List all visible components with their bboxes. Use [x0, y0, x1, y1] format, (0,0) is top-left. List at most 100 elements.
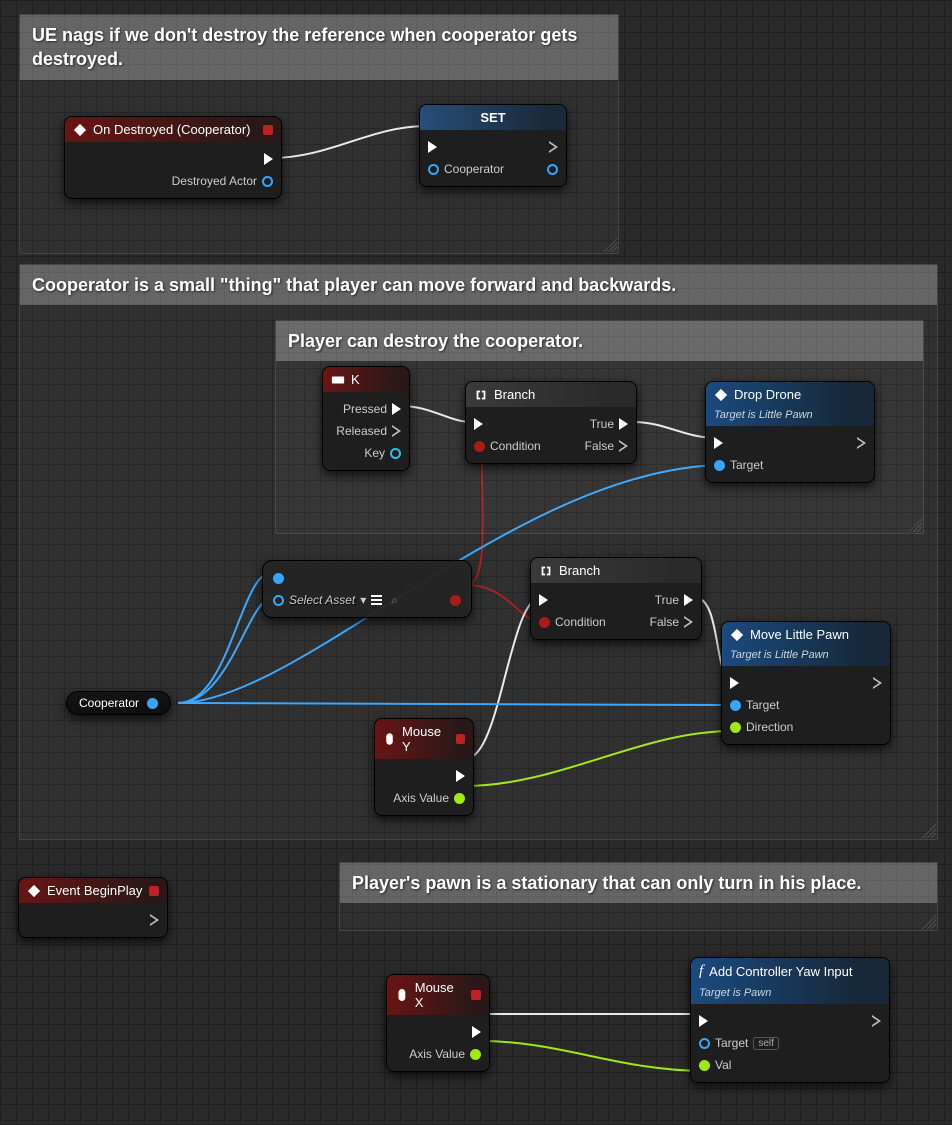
function-icon	[730, 628, 744, 642]
keyboard-icon	[331, 373, 345, 387]
var-label: Cooperator	[79, 696, 139, 710]
node-mouse-x[interactable]: Mouse X Axis Value	[386, 974, 490, 1072]
node-header: Move Little Pawn Target is Little Pawn	[722, 622, 890, 666]
exec-out-pin[interactable]	[264, 153, 273, 165]
breakpoint-icon[interactable]	[149, 886, 159, 896]
resize-handle[interactable]	[908, 518, 922, 532]
exec-out-pin[interactable]	[150, 914, 159, 926]
object-in-pin[interactable]	[428, 164, 439, 175]
target-in-pin[interactable]	[714, 460, 725, 471]
pin-label: Condition	[490, 439, 541, 453]
exec-released-pin[interactable]	[392, 425, 401, 437]
node-header: On Destroyed (Cooperator)	[65, 117, 281, 142]
mouse-icon	[395, 988, 409, 1002]
exec-out-pin[interactable]	[872, 1015, 881, 1027]
node-title: On Destroyed (Cooperator)	[93, 122, 251, 137]
pin-label: Destroyed Actor	[172, 174, 257, 188]
pin-label: Axis Value	[393, 791, 449, 805]
bool-in-pin[interactable]	[539, 617, 550, 628]
resize-handle[interactable]	[922, 824, 936, 838]
pin-label: Val	[715, 1058, 731, 1072]
exec-out-pin[interactable]	[549, 141, 558, 153]
event-icon	[27, 884, 41, 898]
dropdown-icon[interactable]: ▾	[360, 593, 366, 607]
node-header: Branch	[466, 382, 636, 407]
exec-in-pin[interactable]	[428, 141, 437, 153]
exec-false-pin[interactable]	[619, 440, 628, 452]
exec-in-pin[interactable]	[539, 594, 548, 606]
exec-out-pin[interactable]	[472, 1026, 481, 1038]
exec-pressed-pin[interactable]	[392, 403, 401, 415]
node-header: K	[323, 367, 409, 392]
node-add-yaw[interactable]: f Add Controller Yaw Input Target is Paw…	[690, 957, 890, 1083]
float-in-pin[interactable]	[699, 1060, 710, 1071]
breakpoint-icon[interactable]	[471, 990, 481, 1000]
exec-out-pin[interactable]	[857, 437, 866, 449]
exec-true-pin[interactable]	[684, 594, 693, 606]
float-out-pin[interactable]	[470, 1049, 481, 1060]
node-var-cooperator[interactable]: Cooperator	[66, 691, 171, 715]
node-drop-drone[interactable]: Drop Drone Target is Little Pawn Target	[705, 381, 875, 483]
node-header: Event BeginPlay	[19, 878, 167, 903]
exec-out-pin[interactable]	[456, 770, 465, 782]
comment-title: Player's pawn is a stationary that can o…	[340, 863, 937, 903]
float-out-pin[interactable]	[454, 793, 465, 804]
bool-out-pin[interactable]	[450, 595, 461, 606]
comment-title: UE nags if we don't destroy the referenc…	[20, 15, 618, 80]
breakpoint-icon[interactable]	[456, 734, 465, 744]
float-in-pin[interactable]	[730, 722, 741, 733]
node-select-asset[interactable]: Select Asset ▾ ⌕	[262, 560, 472, 618]
node-move-little-pawn[interactable]: Move Little Pawn Target is Little Pawn T…	[721, 621, 891, 745]
breakpoint-icon[interactable]	[263, 125, 273, 135]
pin-label: False	[650, 615, 679, 629]
node-subtitle: Target is Pawn	[699, 987, 771, 999]
exec-out-pin[interactable]	[873, 677, 882, 689]
exec-false-pin[interactable]	[684, 616, 693, 628]
exec-in-pin[interactable]	[730, 677, 739, 689]
node-branch-1[interactable]: Branch True Condition False	[465, 381, 637, 464]
pin-label: Released	[336, 424, 387, 438]
pin-label: Pressed	[343, 402, 387, 416]
event-icon	[73, 123, 87, 137]
node-title: Mouse Y	[402, 724, 450, 754]
node-branch-2[interactable]: Branch True Condition False	[530, 557, 702, 640]
pin-label: Target	[746, 698, 779, 712]
target-in-pin[interactable]	[699, 1038, 710, 1049]
exec-in-pin[interactable]	[474, 418, 483, 430]
pin-label: Target	[715, 1036, 748, 1050]
browse-icon[interactable]: ⌕	[391, 593, 398, 608]
node-begin-play[interactable]: Event BeginPlay	[18, 877, 168, 938]
exec-in-pin[interactable]	[714, 437, 723, 449]
node-key-k[interactable]: K Pressed Released Key	[322, 366, 410, 471]
node-set[interactable]: SET Cooperator	[419, 104, 567, 187]
pin-label: Axis Value	[409, 1047, 465, 1061]
resize-handle[interactable]	[922, 915, 936, 929]
comment-title: Player can destroy the cooperator.	[276, 321, 923, 361]
exec-in-pin[interactable]	[699, 1015, 708, 1027]
node-header: f Add Controller Yaw Input Target is Paw…	[691, 958, 889, 1004]
function-icon: f	[699, 963, 703, 980]
target-in-pin[interactable]	[730, 700, 741, 711]
node-on-destroyed[interactable]: On Destroyed (Cooperator) Destroyed Acto…	[64, 116, 282, 199]
object-out-pin[interactable]	[147, 698, 158, 709]
resize-handle[interactable]	[603, 238, 617, 252]
pin-label: Cooperator	[444, 162, 504, 176]
node-title: Branch	[494, 387, 535, 402]
node-subtitle: Target is Little Pawn	[714, 409, 813, 421]
node-title: Drop Drone	[734, 387, 801, 402]
bool-in-pin[interactable]	[474, 441, 485, 452]
node-header: Branch	[531, 558, 701, 583]
asset-label: Select Asset	[289, 593, 355, 607]
object-out-pin[interactable]	[547, 164, 558, 175]
node-mouse-y[interactable]: Mouse Y Axis Value	[374, 718, 474, 816]
node-title: Branch	[559, 563, 600, 578]
object-in-pin[interactable]	[273, 595, 284, 606]
object-in-pin[interactable]	[273, 573, 284, 584]
object-out-pin[interactable]	[262, 176, 273, 187]
node-header: Mouse X	[387, 975, 489, 1015]
node-subtitle: Target is Little Pawn	[730, 649, 829, 661]
exec-true-pin[interactable]	[619, 418, 628, 430]
branch-icon	[539, 564, 553, 578]
comment-pawn-stationary[interactable]: Player's pawn is a stationary that can o…	[339, 862, 938, 931]
key-out-pin[interactable]	[390, 448, 401, 459]
